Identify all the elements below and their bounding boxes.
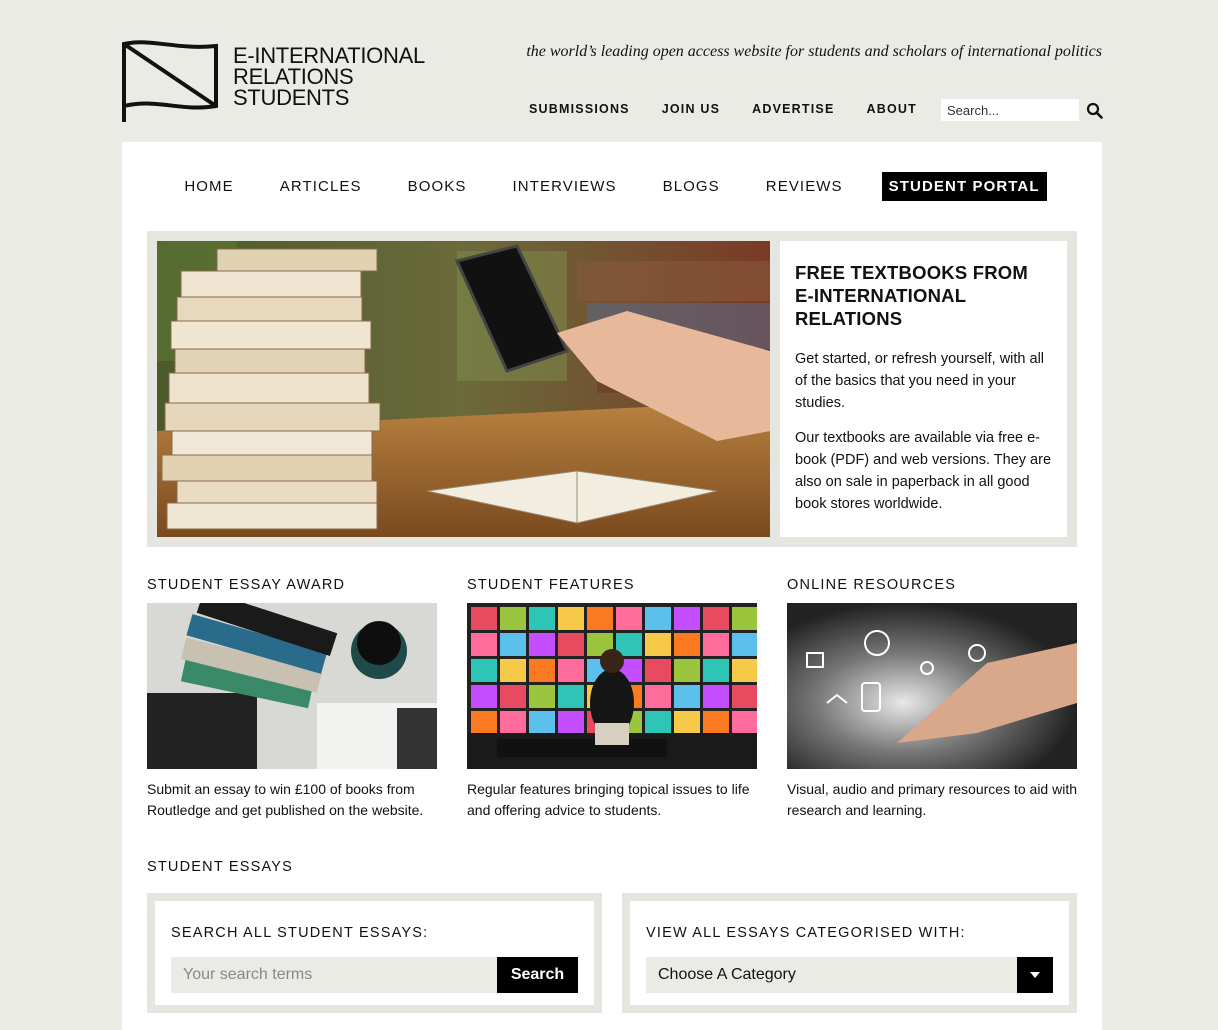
site-tagline: the world’s leading open access website … bbox=[526, 43, 1102, 60]
top-nav-about[interactable]: ABOUT bbox=[866, 102, 916, 116]
decorative-tile bbox=[500, 659, 526, 682]
feature-text: FREE TEXTBOOKS FROM E-INTERNATIONAL RELA… bbox=[780, 241, 1067, 537]
essay-search-input[interactable] bbox=[171, 957, 497, 993]
decorative-tile bbox=[645, 711, 671, 734]
online-resources-image[interactable] bbox=[787, 603, 1077, 769]
feature-paragraph-2: Our textbooks are available via free e-b… bbox=[795, 430, 1052, 512]
decorative-tile bbox=[500, 685, 526, 708]
column-text: Visual, audio and primary resources to a… bbox=[787, 781, 1078, 818]
logo-text: E-INTERNATIONAL RELATIONS STUDENTS bbox=[233, 43, 425, 110]
decorative-tile bbox=[674, 607, 700, 630]
decorative-tile bbox=[674, 711, 700, 734]
top-nav-join-us[interactable]: JOIN US bbox=[662, 102, 720, 116]
decorative-tile bbox=[645, 659, 671, 682]
decorative-tile bbox=[645, 607, 671, 630]
decorative-tile bbox=[529, 659, 555, 682]
decorative-tile bbox=[703, 711, 729, 734]
decorative-tile bbox=[500, 633, 526, 656]
column-title[interactable]: ONLINE RESOURCES bbox=[787, 577, 1077, 593]
decorative-tile bbox=[674, 685, 700, 708]
decorative-tile bbox=[616, 607, 642, 630]
nav-blogs[interactable]: BLOGS bbox=[656, 172, 727, 201]
nav-home[interactable]: HOME bbox=[177, 172, 240, 201]
top-nav-advertise[interactable]: ADVERTISE bbox=[752, 102, 834, 116]
decorative-tile bbox=[645, 685, 671, 708]
decorative-tile bbox=[529, 633, 555, 656]
top-nav: SUBMISSIONS JOIN US ADVERTISE ABOUT bbox=[529, 102, 917, 116]
decorative-tile bbox=[732, 711, 757, 734]
decorative-tile bbox=[703, 633, 729, 656]
search-icon[interactable] bbox=[1086, 102, 1103, 119]
decorative-tile bbox=[471, 607, 497, 630]
decorative-tile bbox=[703, 607, 729, 630]
column-student-features: STUDENT FEATURES Regular features bringi… bbox=[467, 577, 757, 821]
essay-category-label: VIEW ALL ESSAYS CATEGORISED WITH: bbox=[646, 925, 966, 941]
main-nav: HOME ARTICLES BOOKS INTERVIEWS BLOGS REV… bbox=[122, 172, 1102, 201]
category-select[interactable]: Choose A Category bbox=[646, 957, 1053, 993]
decorative-tile bbox=[587, 607, 613, 630]
decorative-tile bbox=[558, 711, 584, 734]
essay-award-image[interactable] bbox=[147, 603, 437, 769]
decorative-tile bbox=[471, 633, 497, 656]
feature-paragraph-1: Get started, or refresh yourself, with a… bbox=[795, 351, 1045, 411]
decorative-tile bbox=[529, 711, 555, 734]
decorative-tile bbox=[558, 633, 584, 656]
decorative-tile bbox=[703, 659, 729, 682]
student-features-image[interactable] bbox=[467, 603, 757, 769]
feature-title-line-3: RELATIONS bbox=[795, 308, 903, 329]
essay-search-form: Search bbox=[171, 957, 578, 993]
top-search bbox=[941, 99, 1103, 121]
logo-line-1: E-INTERNATIONAL bbox=[233, 43, 425, 68]
nav-student-portal[interactable]: STUDENT PORTAL bbox=[881, 172, 1047, 201]
column-title[interactable]: STUDENT FEATURES bbox=[467, 577, 757, 593]
logo-line-3: STUDENTS bbox=[233, 85, 350, 110]
student-essays-heading: STUDENT ESSAYS bbox=[147, 859, 293, 875]
column-title[interactable]: STUDENT ESSAY AWARD bbox=[147, 577, 437, 593]
decorative-tile bbox=[703, 685, 729, 708]
main-panel: HOME ARTICLES BOOKS INTERVIEWS BLOGS REV… bbox=[122, 142, 1102, 1030]
feature-title-line-2: E-INTERNATIONAL bbox=[795, 285, 967, 306]
top-search-input[interactable] bbox=[941, 99, 1079, 121]
chevron-down-icon[interactable] bbox=[1017, 957, 1053, 993]
nav-books[interactable]: BOOKS bbox=[401, 172, 474, 201]
column-online-resources: ONLINE RESOURCES Visual, audio and prima… bbox=[787, 577, 1077, 821]
decorative-tile bbox=[732, 633, 757, 656]
decorative-tile bbox=[500, 607, 526, 630]
flag-logo-icon bbox=[122, 40, 218, 122]
decorative-tile bbox=[732, 607, 757, 630]
feature-box: FREE TEXTBOOKS FROM E-INTERNATIONAL RELA… bbox=[147, 231, 1077, 547]
feature-title[interactable]: FREE TEXTBOOKS FROM E-INTERNATIONAL RELA… bbox=[795, 261, 1052, 330]
essay-search-button[interactable]: Search bbox=[497, 957, 578, 993]
decorative-tile bbox=[471, 711, 497, 734]
decorative-tile bbox=[674, 659, 700, 682]
column-essay-award: STUDENT ESSAY AWARD Submit an essay to w… bbox=[147, 577, 437, 821]
nav-reviews[interactable]: REVIEWS bbox=[759, 172, 850, 201]
decorative-tile bbox=[674, 633, 700, 656]
feature-image-books-tablet[interactable] bbox=[157, 241, 770, 537]
decorative-tile bbox=[529, 685, 555, 708]
decorative-tile bbox=[645, 633, 671, 656]
decorative-tile bbox=[558, 685, 584, 708]
nav-articles[interactable]: ARTICLES bbox=[273, 172, 369, 201]
decorative-tile bbox=[558, 659, 584, 682]
nav-interviews[interactable]: INTERVIEWS bbox=[506, 172, 624, 201]
decorative-tile bbox=[529, 607, 555, 630]
essay-search-label: SEARCH ALL STUDENT ESSAYS: bbox=[171, 925, 429, 941]
category-select-value: Choose A Category bbox=[658, 966, 796, 983]
site-logo[interactable]: E-INTERNATIONAL RELATIONS STUDENTS bbox=[121, 40, 431, 125]
top-nav-submissions[interactable]: SUBMISSIONS bbox=[529, 102, 630, 116]
column-text: Regular features bringing topical issues… bbox=[467, 781, 750, 818]
decorative-tile bbox=[500, 711, 526, 734]
column-text: Submit an essay to win £100 of books fro… bbox=[147, 781, 424, 818]
essay-search-box: SEARCH ALL STUDENT ESSAYS: Search bbox=[147, 893, 602, 1013]
logo-line-2: RELATIONS bbox=[233, 64, 354, 89]
decorative-tile bbox=[471, 685, 497, 708]
decorative-tile bbox=[558, 607, 584, 630]
essay-category-box: VIEW ALL ESSAYS CATEGORISED WITH: Choose… bbox=[622, 893, 1077, 1013]
decorative-tile bbox=[732, 659, 757, 682]
decorative-tile bbox=[732, 685, 757, 708]
decorative-tile bbox=[471, 659, 497, 682]
feature-title-line-1: FREE TEXTBOOKS FROM bbox=[795, 262, 1028, 283]
